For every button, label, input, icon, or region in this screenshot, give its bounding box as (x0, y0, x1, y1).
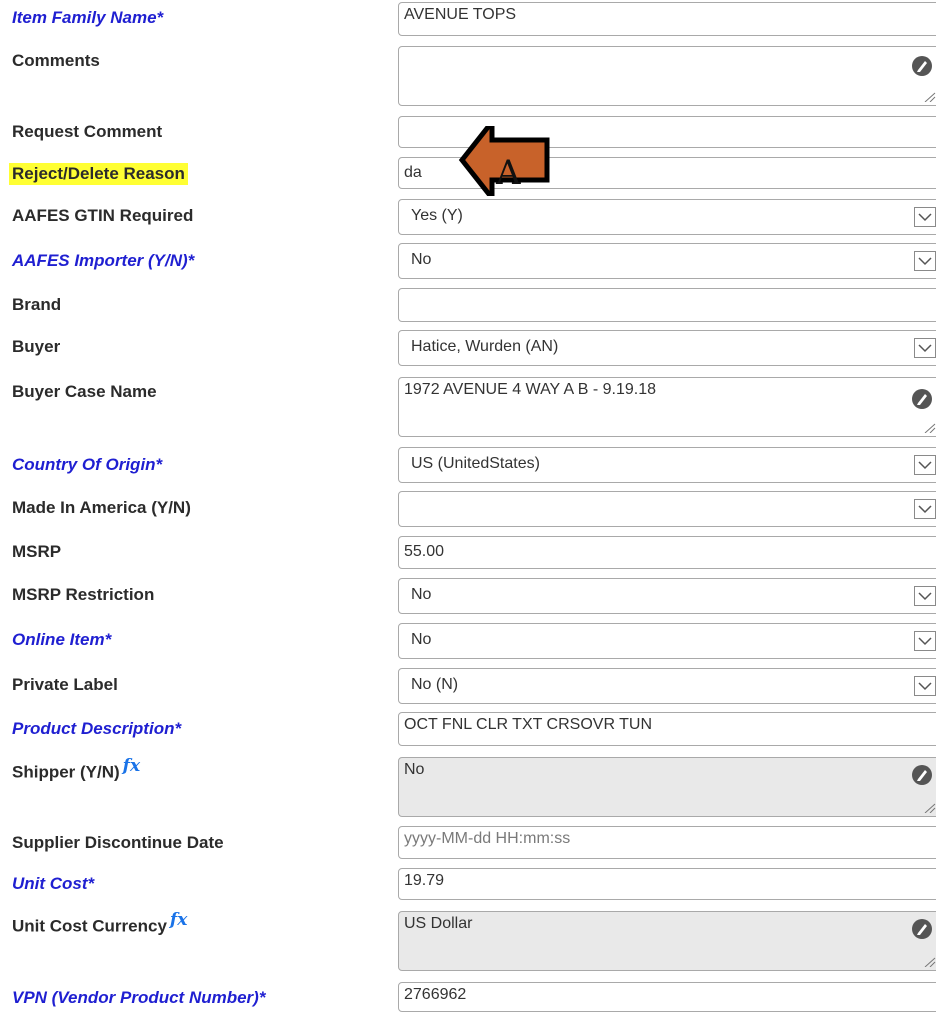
country-of-origin-select[interactable]: US (UnitedStates) (398, 447, 936, 483)
label-shipper: Shipper (Y/N) fx (12, 756, 140, 783)
brand-input[interactable] (398, 288, 936, 322)
formula-icon: fx (169, 910, 188, 930)
unit-cost-input[interactable]: 19.79 (398, 868, 936, 900)
resize-grip-icon[interactable] (922, 423, 936, 433)
label-private-label: Private Label (12, 675, 118, 694)
edit-pencil-icon[interactable] (912, 389, 932, 409)
label-request-comment: Request Comment (12, 122, 163, 141)
unit-cost-currency-readonly-field: US Dollar (398, 911, 936, 971)
buyer-case-name-textarea[interactable]: 1972 AVENUE 4 WAY A B - 9.19.18 (398, 377, 936, 437)
comments-textarea[interactable] (398, 46, 936, 106)
edit-pencil-icon[interactable] (912, 765, 932, 785)
resize-grip-icon[interactable] (922, 92, 936, 102)
chevron-down-icon[interactable] (914, 207, 936, 227)
chevron-down-icon[interactable] (914, 499, 936, 519)
formula-icon: fx (122, 756, 141, 776)
label-country-of-origin: Country Of Origin* (12, 455, 163, 474)
msrp-restriction-select[interactable]: No (398, 578, 936, 614)
label-item-family-name: Item Family Name* (12, 8, 164, 27)
label-aafes-importer: AAFES Importer (Y/N)* (12, 251, 195, 270)
buyer-select[interactable]: Hatice, Wurden (AN) (398, 330, 936, 366)
msrp-input[interactable]: 55.00 (398, 536, 936, 569)
chevron-down-icon[interactable] (914, 631, 936, 651)
label-buyer: Buyer (12, 337, 61, 356)
label-brand: Brand (12, 295, 62, 314)
aafes-importer-select[interactable]: No (398, 243, 936, 279)
label-made-in-america: Made In America (Y/N) (12, 498, 191, 517)
label-aafes-gtin-required: AAFES GTIN Required (12, 206, 194, 225)
chevron-down-icon[interactable] (914, 676, 936, 696)
resize-grip-icon[interactable] (922, 803, 936, 813)
shipper-readonly-field: No (398, 757, 936, 817)
chevron-down-icon[interactable] (914, 338, 936, 358)
chevron-down-icon[interactable] (914, 586, 936, 606)
label-msrp-restriction: MSRP Restriction (12, 585, 155, 604)
item-family-name-field[interactable]: AVENUE TOPS (398, 2, 936, 36)
resize-grip-icon[interactable] (922, 957, 936, 967)
product-description-field[interactable]: OCT FNL CLR TXT CRSOVR TUN (398, 712, 936, 746)
label-msrp: MSRP (12, 542, 62, 561)
label-reject-delete-reason: Reject/Delete Reason (9, 163, 188, 185)
annotation-label: A (496, 153, 521, 193)
label-shipper-text: Shipper (Y/N) (12, 762, 120, 782)
label-product-description: Product Description* (12, 719, 182, 738)
supplier-discontinue-date-input[interactable]: yyyy-MM-dd HH:mm:ss (398, 826, 936, 859)
label-comments: Comments (12, 51, 100, 70)
chevron-down-icon[interactable] (914, 251, 936, 271)
edit-pencil-icon[interactable] (912, 56, 932, 76)
edit-pencil-icon[interactable] (912, 919, 932, 939)
made-in-america-select[interactable] (398, 491, 936, 527)
vpn-input[interactable]: 2766962 (398, 982, 936, 1012)
label-supplier-discontinue-date: Supplier Discontinue Date (12, 833, 224, 852)
label-vpn: VPN (Vendor Product Number)* (12, 988, 266, 1007)
aafes-gtin-required-select[interactable]: Yes (Y) (398, 199, 936, 235)
label-buyer-case-name: Buyer Case Name (12, 382, 157, 401)
private-label-select[interactable]: No (N) (398, 668, 936, 704)
label-unit-cost: Unit Cost* (12, 874, 95, 893)
label-unit-cost-currency-text: Unit Cost Currency (12, 916, 167, 936)
label-online-item: Online Item* (12, 630, 112, 649)
online-item-select[interactable]: No (398, 623, 936, 659)
chevron-down-icon[interactable] (914, 455, 936, 475)
label-unit-cost-currency: Unit Cost Currency fx (12, 910, 187, 937)
